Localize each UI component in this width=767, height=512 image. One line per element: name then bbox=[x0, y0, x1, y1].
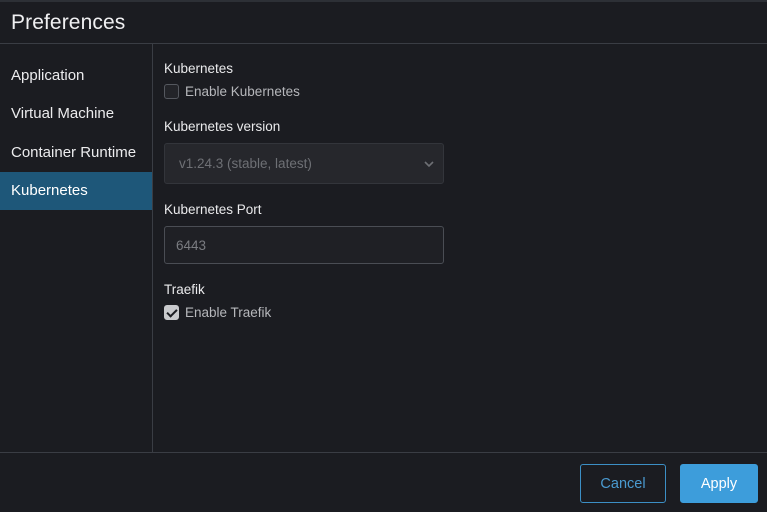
footer: Cancel Apply bbox=[0, 452, 767, 512]
sidebar-item-container-runtime[interactable]: Container Runtime bbox=[0, 133, 152, 172]
enable-kubernetes-label: Enable Kubernetes bbox=[185, 83, 300, 99]
sidebar-item-label: Virtual Machine bbox=[11, 105, 115, 123]
sidebar-item-virtual-machine[interactable]: Virtual Machine bbox=[0, 95, 152, 134]
sidebar-item-kubernetes[interactable]: Kubernetes bbox=[0, 171, 152, 210]
enable-traefik-checkbox[interactable] bbox=[164, 304, 179, 320]
kubernetes-port-label: Kubernetes Port bbox=[164, 202, 262, 217]
title-bar: Preferences bbox=[0, 2, 767, 44]
kubernetes-version-select[interactable]: v1.24.3 (stable, latest) bbox=[164, 143, 444, 184]
sidebar-item-application[interactable]: Application bbox=[0, 56, 152, 95]
enable-kubernetes-row[interactable]: Enable Kubernetes bbox=[164, 81, 767, 101]
sidebar-item-label: Container Runtime bbox=[11, 143, 137, 161]
kubernetes-version-label: Kubernetes version bbox=[164, 119, 281, 134]
preferences-window: Preferences Application Virtual Machine … bbox=[0, 0, 767, 512]
traefik-label: Traefik bbox=[164, 282, 205, 297]
sidebar: Application Virtual Machine Container Ru… bbox=[0, 44, 153, 452]
preferences-body: Application Virtual Machine Container Ru… bbox=[0, 44, 767, 452]
cancel-button[interactable]: Cancel bbox=[580, 464, 666, 503]
kubernetes-version-section: Kubernetes version v1.24.3 (stable, late… bbox=[164, 117, 767, 184]
enable-kubernetes-section: Kubernetes Enable Kubernetes bbox=[164, 59, 767, 101]
page-title: Preferences bbox=[11, 10, 126, 34]
section-label-kubernetes: Kubernetes bbox=[164, 61, 234, 76]
apply-button[interactable]: Apply bbox=[680, 464, 758, 503]
sidebar-item-label: Kubernetes bbox=[11, 182, 88, 200]
kubernetes-port-input[interactable]: 6443 bbox=[164, 226, 444, 264]
traefik-section: Traefik Enable Traefik bbox=[164, 280, 767, 322]
kubernetes-settings: Kubernetes Enable Kubernetes Kubernetes … bbox=[153, 44, 767, 452]
enable-traefik-label: Enable Traefik bbox=[185, 304, 272, 320]
kubernetes-port-section: Kubernetes Port 6443 bbox=[164, 200, 767, 264]
enable-traefik-row[interactable]: Enable Traefik bbox=[164, 302, 767, 322]
kubernetes-version-value: v1.24.3 (stable, latest) bbox=[179, 156, 312, 171]
chevron-down-icon bbox=[424, 160, 434, 167]
enable-kubernetes-checkbox[interactable] bbox=[164, 83, 179, 99]
sidebar-item-label: Application bbox=[11, 66, 85, 84]
